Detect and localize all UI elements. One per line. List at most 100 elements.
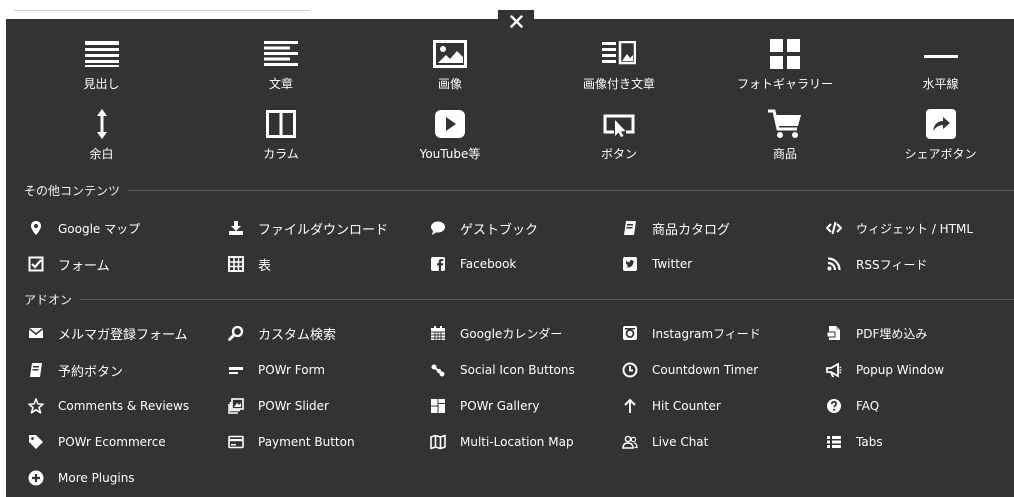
item-guestbook[interactable]: ゲストブック: [430, 218, 538, 238]
block-horizontal-line-label: 水平線: [922, 77, 959, 91]
item-rss[interactable]: RSSフィード: [826, 254, 927, 274]
facebook-icon: [430, 256, 446, 272]
item-powr-slider[interactable]: POWr Slider: [228, 396, 329, 416]
block-text[interactable]: 文章: [197, 37, 365, 115]
item-faq[interactable]: FAQ: [826, 396, 879, 416]
item-label: Hit Counter: [652, 399, 721, 413]
top-divider: [14, 10, 310, 11]
item-label: メルマガ登録フォーム: [58, 327, 188, 343]
item-label: POWr Gallery: [460, 399, 540, 413]
item-pdf-embed[interactable]: PDF埋め込み: [826, 323, 927, 343]
item-label: Facebook: [460, 257, 517, 271]
tag-icon: [28, 434, 44, 450]
item-comments-reviews[interactable]: Comments & Reviews: [28, 396, 189, 416]
item-powr-ecommerce[interactable]: POWr Ecommerce: [28, 432, 166, 452]
block-button-label: ボタン: [600, 147, 637, 161]
gallery-icon: [765, 37, 805, 71]
close-button[interactable]: [498, 10, 534, 32]
item-label: POWr Slider: [258, 399, 329, 413]
item-label: Tabs: [856, 435, 883, 449]
item-label: ウィジェット / HTML: [856, 221, 974, 236]
basic-blocks-row-2: 余白 カラム YouTube等 ボタン 商品 シェアボタン: [6, 107, 1014, 185]
item-label: 商品カタログ: [652, 222, 731, 238]
item-label: PDF埋め込み: [856, 326, 928, 341]
item-google-calendar[interactable]: Googleカレンダー: [430, 323, 562, 343]
block-spacer[interactable]: 余白: [6, 107, 197, 185]
block-image[interactable]: 画像: [365, 37, 535, 115]
item-label: Multi-Location Map: [460, 435, 574, 449]
item-label: Twitter: [652, 257, 693, 271]
cart-icon: [765, 107, 805, 141]
item-label: Countdown Timer: [652, 363, 759, 377]
item-facebook[interactable]: Facebook: [430, 254, 516, 274]
block-heading[interactable]: 見出し: [6, 37, 197, 115]
item-table[interactable]: 表: [228, 254, 271, 274]
section-divider: [128, 189, 1014, 191]
item-countdown-timer[interactable]: Countdown Timer: [622, 360, 758, 380]
item-instagram-feed[interactable]: Instagramフィード: [622, 323, 761, 343]
basic-blocks-grid: 見出し 文章 画像 画像付き文章 フォトギャラリー 水平線 余白 カラム You…: [6, 19, 1014, 179]
item-label: Googleカレンダー: [460, 326, 563, 341]
download-icon: [228, 220, 244, 236]
pdf-icon: [826, 325, 842, 341]
map-pin-icon: [28, 220, 44, 236]
block-youtube[interactable]: YouTube等: [365, 107, 535, 185]
block-share[interactable]: シェアボタン: [867, 107, 1014, 185]
item-label: カスタム検索: [258, 327, 337, 343]
item-label: More Plugins: [58, 471, 135, 485]
item-label: Social Icon Buttons: [460, 363, 575, 377]
item-label: Instagramフィード: [652, 326, 761, 341]
arrow-up-icon: [622, 398, 638, 414]
item-label: Payment Button: [258, 435, 355, 449]
star-icon: [28, 398, 44, 414]
block-columns[interactable]: カラム: [197, 107, 365, 185]
block-product[interactable]: 商品: [703, 107, 867, 185]
item-widget-html[interactable]: ウィジェット / HTML: [826, 218, 973, 238]
play-icon: [430, 107, 470, 141]
item-popup-window[interactable]: Popup Window: [826, 360, 944, 380]
share-nodes-icon: [430, 362, 446, 378]
section-addons: アドオン: [24, 291, 1014, 307]
section-addons-title: アドオン: [24, 292, 73, 307]
item-label: POWr Ecommerce: [58, 435, 166, 449]
image-text-icon: [599, 37, 639, 71]
item-powr-form[interactable]: POWr Form: [228, 360, 325, 380]
item-more-plugins[interactable]: More Plugins: [28, 468, 135, 488]
item-custom-search[interactable]: カスタム検索: [228, 323, 336, 343]
map-icon: [430, 434, 446, 450]
credit-card-icon: [228, 434, 244, 450]
item-social-icon-buttons[interactable]: Social Icon Buttons: [430, 360, 575, 380]
item-label: RSSフィード: [856, 257, 928, 272]
button-cursor-icon: [599, 107, 639, 141]
item-reserve-button[interactable]: 予約ボタン: [28, 360, 123, 380]
item-powr-gallery[interactable]: POWr Gallery: [430, 396, 540, 416]
block-spacer-label: 余白: [89, 147, 114, 161]
columns-icon: [261, 107, 301, 141]
clock-icon: [622, 362, 638, 378]
item-multi-location-map[interactable]: Multi-Location Map: [430, 432, 574, 452]
item-google-map[interactable]: Google マップ: [28, 218, 140, 238]
block-button[interactable]: ボタン: [535, 107, 703, 185]
item-live-chat[interactable]: Live Chat: [622, 432, 708, 452]
item-newsletter-form[interactable]: メルマガ登録フォーム: [28, 323, 188, 343]
heading-icon: [82, 37, 122, 71]
item-file-download[interactable]: ファイルダウンロード: [228, 218, 388, 238]
block-image-text[interactable]: 画像付き文章: [535, 37, 703, 115]
item-label: Popup Window: [856, 363, 945, 377]
item-payment-button[interactable]: Payment Button: [228, 432, 355, 452]
megaphone-icon: [826, 362, 842, 378]
item-hit-counter[interactable]: Hit Counter: [622, 396, 721, 416]
item-catalog[interactable]: 商品カタログ: [622, 218, 730, 238]
item-label: Live Chat: [652, 435, 709, 449]
block-gallery[interactable]: フォトギャラリー: [703, 37, 867, 115]
item-label: 予約ボタン: [58, 364, 124, 380]
comment-icon: [430, 220, 446, 236]
item-label: ファイルダウンロード: [258, 222, 389, 238]
item-twitter[interactable]: Twitter: [622, 254, 692, 274]
block-horizontal-line[interactable]: 水平線: [867, 37, 1014, 115]
item-form[interactable]: フォーム: [28, 254, 110, 274]
rss-icon: [826, 256, 842, 272]
horizontal-line-icon: [921, 37, 961, 71]
section-divider: [80, 298, 1014, 300]
item-tabs[interactable]: Tabs: [826, 432, 883, 452]
